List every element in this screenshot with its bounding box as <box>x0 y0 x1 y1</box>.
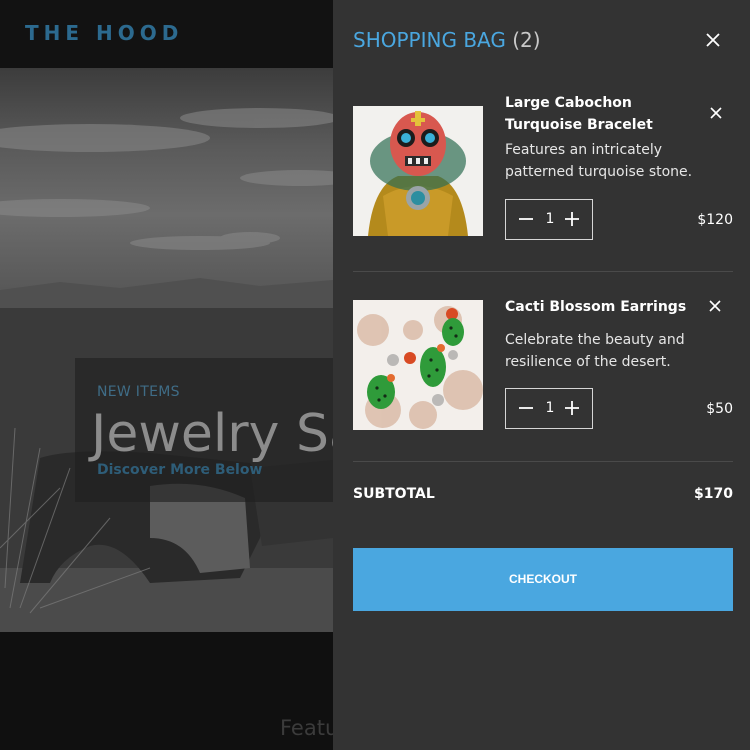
quantity-value: 1 <box>545 400 555 416</box>
divider <box>353 461 733 462</box>
item-price: $50 <box>706 401 733 417</box>
increase-quantity-button[interactable] <box>562 209 582 229</box>
cart-count: (2) <box>512 28 541 52</box>
section-heading: Featu <box>280 716 339 740</box>
close-icon <box>710 107 722 119</box>
drawer-title-label: SHOPPING BAG <box>353 28 506 52</box>
plus-icon <box>565 212 579 226</box>
drawer-title: SHOPPING BAG (2) <box>353 28 541 52</box>
checkout-button[interactable]: CHECKOUT <box>353 548 733 611</box>
site-logo[interactable]: THE HOOD <box>25 21 183 45</box>
cactus-earrings-image[interactable] <box>353 300 483 430</box>
divider <box>353 271 733 272</box>
decrease-quantity-button[interactable] <box>516 209 536 229</box>
quantity-stepper: 1 <box>505 388 593 429</box>
minus-icon <box>519 407 533 409</box>
item-description: Features an intricately patterned turquo… <box>505 142 693 180</box>
item-price: $120 <box>697 212 733 228</box>
hero-card: NEW ITEMS Jewelry Sale Discover More Bel… <box>75 358 407 502</box>
subtotal-value: $170 <box>694 486 733 502</box>
item-name[interactable]: Cacti Blossom Earrings <box>505 296 695 318</box>
close-drawer-button[interactable] <box>703 30 723 50</box>
quantity-stepper: 1 <box>505 199 593 240</box>
discover-more-link[interactable]: Discover More Below <box>97 462 262 478</box>
subtotal-label: SUBTOTAL <box>353 486 435 502</box>
sugar-skull-figure-image[interactable] <box>353 106 483 236</box>
close-icon <box>706 33 720 47</box>
hero-kicker: NEW ITEMS <box>97 384 180 400</box>
cart-item: Cacti Blossom Earrings Celebrate the bea… <box>353 299 733 430</box>
remove-item-button[interactable] <box>706 103 726 123</box>
item-description: Celebrate the beauty and resilience of t… <box>505 332 685 370</box>
increase-quantity-button[interactable] <box>562 398 582 418</box>
cart-item: Large Cabochon Turquoise Bracelet Featur… <box>353 95 733 246</box>
plus-icon <box>565 401 579 415</box>
quantity-value: 1 <box>545 211 555 227</box>
shopping-bag-drawer: SHOPPING BAG (2) Large Cabochon Turquois… <box>333 0 750 750</box>
close-icon <box>709 300 721 312</box>
item-name[interactable]: Large Cabochon Turquoise Bracelet <box>505 92 695 136</box>
remove-item-button[interactable] <box>705 296 725 316</box>
minus-icon <box>519 218 533 220</box>
decrease-quantity-button[interactable] <box>516 398 536 418</box>
